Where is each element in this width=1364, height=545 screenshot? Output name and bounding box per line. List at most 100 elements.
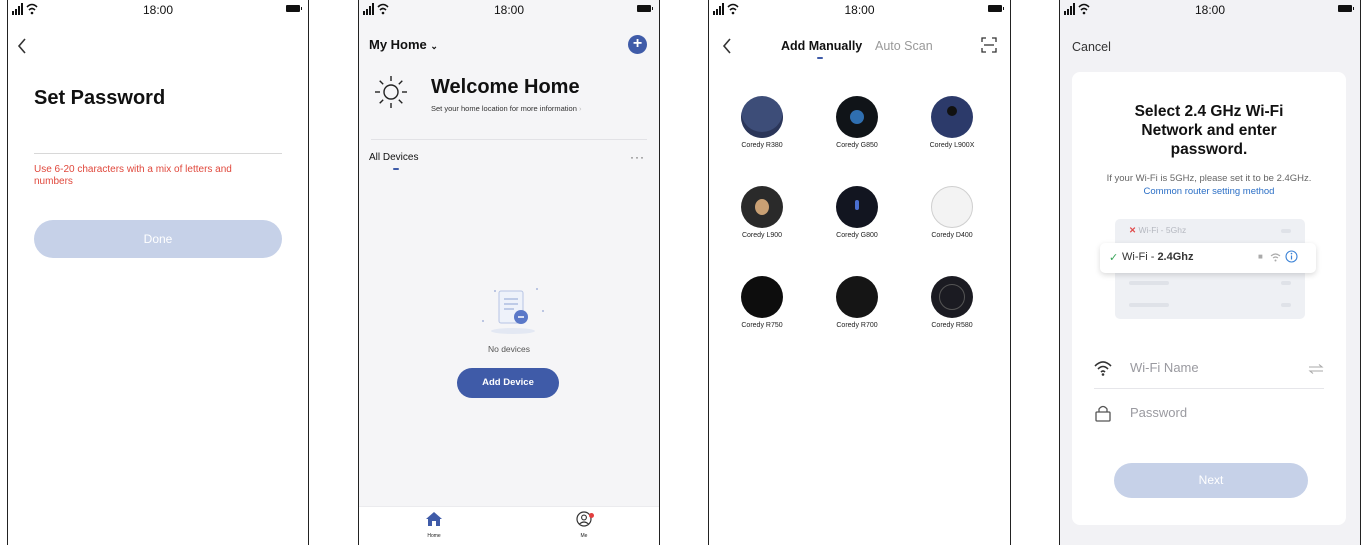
check-icon: ✓ — [1109, 252, 1119, 264]
wifi-icon — [1094, 361, 1112, 376]
bottom-tab-bar: Home Me — [359, 506, 659, 545]
more-icon[interactable]: ··· — [630, 150, 645, 164]
tab-me[interactable]: Me — [564, 511, 604, 539]
robot-name: Coredy G850 — [836, 142, 878, 149]
placeholder-bar — [1129, 303, 1169, 307]
robot-item[interactable]: Coredy L900X — [907, 96, 997, 149]
tab-auto-scan[interactable]: Auto Scan — [875, 39, 933, 53]
placeholder-bar — [1281, 229, 1291, 233]
sun-icon — [375, 76, 407, 108]
password-input[interactable] — [34, 153, 282, 154]
robot-name: Coredy R580 — [931, 322, 973, 329]
tab-me-label: Me — [580, 533, 588, 539]
tab-indicator — [817, 57, 823, 59]
lock-icon: ■ — [1258, 252, 1263, 261]
tab-home[interactable]: Home — [414, 511, 454, 539]
wifi-5g-row: ✕ Wi-Fi - 5Ghz — [1129, 225, 1186, 236]
robot-image — [836, 186, 878, 228]
tab-add-manually[interactable]: Add Manually — [781, 39, 862, 53]
robot-image — [836, 276, 878, 318]
robot-image — [931, 186, 973, 228]
status-bar: 18:00 — [709, 0, 1010, 18]
empty-document-icon — [482, 288, 544, 334]
divider — [371, 139, 647, 140]
robot-item[interactable]: Coredy G850 — [812, 96, 902, 149]
placeholder-bar — [1281, 303, 1291, 307]
battery-icon — [286, 5, 302, 12]
robot-name: Coredy L900X — [929, 142, 975, 149]
chevron-down-icon: ⌄ — [430, 41, 438, 51]
wifi-24g-label: Wi-Fi - 2.4Ghz — [1122, 251, 1194, 263]
tab-all-devices[interactable]: All Devices — [369, 152, 418, 163]
phone-set-password: 18:00 Set Password Use 6-20 characters w… — [7, 0, 309, 545]
robot-image — [741, 276, 783, 318]
lock-icon — [1095, 405, 1111, 422]
cancel-button[interactable]: Cancel — [1072, 40, 1111, 54]
wifi-5g-label: Wi-Fi - 5Ghz — [1138, 225, 1187, 235]
wifi-icon — [1270, 253, 1281, 262]
tab-home-label: Home — [427, 533, 441, 539]
robot-image — [931, 276, 973, 318]
robot-name: Coredy R750 — [741, 322, 783, 329]
status-bar: 18:00 — [1060, 0, 1360, 18]
robot-image — [741, 186, 783, 228]
phone-home: 18:00 My Home ⌄ + Welcome Home Set your … — [358, 0, 660, 545]
switch-network-icon[interactable] — [1308, 364, 1324, 374]
battery-icon — [637, 5, 653, 12]
password-field[interactable]: Password — [1094, 394, 1324, 434]
scan-icon[interactable] — [981, 37, 997, 53]
robot-item[interactable]: Coredy R700 — [812, 276, 902, 329]
add-device-button[interactable]: Add Device — [457, 368, 559, 398]
robot-image — [836, 96, 878, 138]
next-button[interactable]: Next — [1114, 463, 1308, 498]
status-bar: 18:00 — [8, 0, 308, 18]
tab-add-manually-label: Add Manually — [781, 39, 863, 53]
status-time: 18:00 — [1194, 3, 1226, 17]
robot-name: Coredy D400 — [931, 232, 973, 239]
robot-item[interactable]: Coredy R380 — [717, 96, 807, 149]
robot-item[interactable]: Coredy L900 — [717, 186, 807, 239]
battery-icon — [988, 5, 1004, 12]
home-icon — [426, 512, 442, 526]
password-placeholder: Password — [1130, 405, 1188, 420]
status-time: 18:00 — [493, 3, 525, 17]
info-icon — [1285, 250, 1298, 263]
placeholder-bar — [1281, 281, 1291, 285]
home-name: My Home — [369, 37, 427, 52]
field-underline — [1094, 388, 1324, 389]
robot-item[interactable]: Coredy R580 — [907, 276, 997, 329]
wifi-title: Select 2.4 GHz Wi-Fi Network and enter p… — [1134, 103, 1284, 158]
wifi-24g-band: 2.4Ghz — [1157, 251, 1194, 263]
cross-icon: ✕ — [1129, 225, 1137, 235]
robot-item[interactable]: Coredy R750 — [717, 276, 807, 329]
location-prompt[interactable]: Set your home location for more informat… — [431, 104, 582, 113]
robot-image — [931, 96, 973, 138]
robot-name: Coredy R380 — [741, 142, 783, 149]
status-time: 18:00 — [142, 3, 174, 17]
wifi-note-text: If your Wi-Fi is 5GHz, please set it to … — [1106, 173, 1312, 184]
add-icon[interactable]: + — [628, 35, 647, 54]
password-hint: Use 6-20 characters with a mix of letter… — [34, 164, 232, 187]
robot-image — [741, 96, 783, 138]
wifi-name-placeholder: Wi-Fi Name — [1130, 360, 1199, 375]
robot-item[interactable]: Coredy D400 — [907, 186, 997, 239]
welcome-title: Welcome Home — [431, 76, 580, 98]
battery-icon — [1338, 5, 1354, 12]
phone-wifi-setup: 18:00 Cancel Select 2.4 GHz Wi-Fi Networ… — [1059, 0, 1361, 545]
robot-name: Coredy R700 — [836, 322, 878, 329]
robot-name: Coredy L900 — [741, 232, 783, 239]
home-selector[interactable]: My Home ⌄ — [369, 37, 438, 52]
tab-indicator — [393, 168, 399, 170]
back-chevron-icon[interactable] — [721, 37, 733, 55]
status-time: 18:00 — [844, 3, 875, 17]
back-chevron-icon[interactable] — [16, 37, 28, 55]
location-prompt-text: Set your home location for more informat… — [431, 104, 577, 113]
robot-item[interactable]: Coredy G800 — [812, 186, 902, 239]
wifi-name-field[interactable]: Wi-Fi Name — [1094, 349, 1324, 389]
wifi-card: Select 2.4 GHz Wi-Fi Network and enter p… — [1072, 72, 1346, 525]
router-settings-link[interactable]: Common router setting method — [1144, 186, 1275, 197]
wifi-note: If your Wi-Fi is 5GHz, please set it to … — [1088, 172, 1330, 198]
page-title: Set Password — [34, 87, 166, 109]
done-button[interactable]: Done — [34, 220, 282, 258]
notification-dot — [589, 513, 594, 518]
